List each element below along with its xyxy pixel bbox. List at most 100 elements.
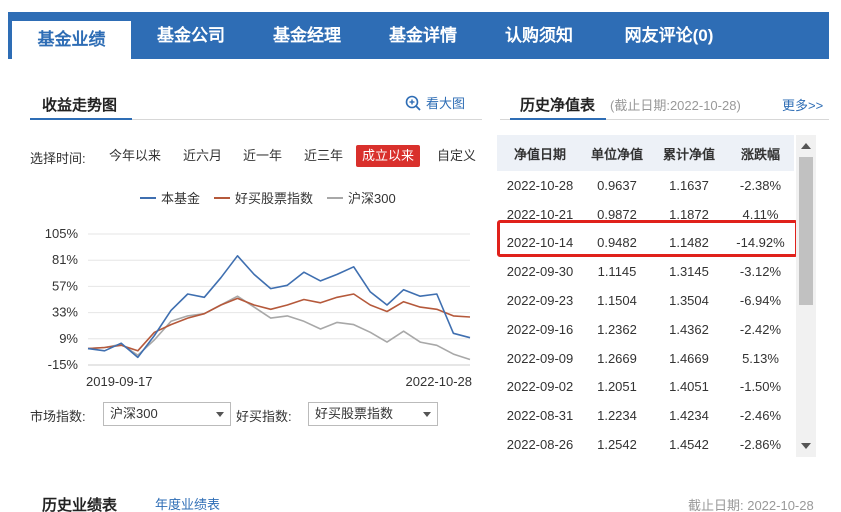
legend-item-haomai: 好买股票指数	[214, 188, 313, 207]
bottom-cutoff-date: 截止日期: 2022-10-28	[688, 498, 814, 512]
y-tick-label: 9%	[59, 331, 78, 346]
cell-cum-nav: 1.1637	[669, 177, 709, 193]
cell-date: 2022-10-21	[506, 206, 574, 222]
x-tick-label: 2022-10-28	[406, 374, 473, 389]
tab-fund-details[interactable]: 基金详情	[367, 12, 479, 59]
big-view-link[interactable]: 看大图	[405, 93, 465, 112]
return-trend-title: 收益走势图	[42, 97, 118, 114]
time-option-custom[interactable]: 自定义	[431, 145, 482, 167]
time-option-6m[interactable]: 近六月	[177, 145, 228, 167]
cell-cum-nav: 1.3145	[669, 264, 709, 280]
market-index-value: 沪深300	[110, 406, 158, 421]
legend-item-fund: 本基金	[140, 188, 200, 207]
tab-fund-manager[interactable]: 基金经理	[251, 12, 363, 59]
cell-cum-nav: 1.4362	[669, 321, 709, 337]
return-trend-chart: 105% 81% 57% 33% 9% -15% 2019-09-17 2022-10-28	[45, 226, 473, 389]
zoom-in-icon	[405, 95, 421, 111]
cell-cum-nav: 1.1872	[669, 206, 709, 222]
history-performance-title: 历史业绩表	[42, 497, 118, 512]
legend-swatch-haomai	[214, 196, 231, 199]
more-link[interactable]: 更多>>	[782, 95, 823, 114]
cell-unit-nav: 1.2669	[597, 350, 637, 366]
legend-swatch-hs300	[327, 196, 344, 199]
chart-legend: 本基金 好买股票指数 沪深300	[140, 188, 396, 207]
legend-item-hs300: 沪深300	[327, 188, 396, 207]
tab-subscription-notice[interactable]: 认购须知	[483, 12, 595, 59]
nav-history-table: 净值日期 单位净值 累计净值 涨跌幅 2022-10-28 0.9637 1.163…	[497, 135, 794, 459]
annual-performance-link[interactable]: 年度业绩表	[155, 494, 220, 512]
haomai-index-select[interactable]: 好买股票指数	[308, 402, 438, 426]
legend-label-hs300: 沪深300	[348, 191, 396, 206]
tab-fund-performance[interactable]: 基金业绩	[12, 18, 131, 59]
table-row: 2022-08-31 1.2234 1.4234 -2.46%	[497, 401, 794, 430]
haomai-index-value: 好买股票指数	[315, 406, 394, 421]
table-scrollbar[interactable]	[796, 135, 816, 457]
cell-unit-nav: 1.2234	[597, 408, 637, 424]
table-row: 2022-09-30 1.1145 1.3145 -3.12%	[497, 257, 794, 286]
cell-date: 2022-09-09	[506, 350, 574, 366]
cell-change: -2.46%	[739, 408, 782, 424]
time-option-3y[interactable]: 近三年	[298, 145, 349, 167]
col-header-unit-nav: 单位净值	[583, 135, 651, 171]
market-index-label: 市场指数:	[30, 409, 86, 424]
y-tick-label: 81%	[52, 252, 78, 267]
big-view-label: 看大图	[426, 96, 466, 111]
section-underline	[510, 118, 606, 120]
cell-change: -14.92%	[736, 235, 785, 251]
cell-cum-nav: 1.1482	[669, 235, 709, 251]
cell-cum-nav: 1.4542	[669, 437, 709, 453]
x-tick-label: 2019-09-17	[86, 374, 153, 389]
cell-cum-nav: 1.4051	[669, 379, 709, 395]
cell-unit-nav: 0.9482	[597, 235, 637, 251]
table-row: 2022-08-26 1.2542 1.4542 -2.86%	[497, 430, 794, 459]
cell-date: 2022-08-26	[506, 437, 574, 453]
tab-fund-company[interactable]: 基金公司	[135, 12, 247, 59]
table-row: 2022-09-16 1.2362 1.4362 -2.42%	[497, 315, 794, 344]
series-line-haomai	[87, 293, 471, 352]
market-index-select[interactable]: 沪深300	[103, 402, 231, 426]
y-tick-label: 57%	[52, 278, 78, 293]
cell-date: 2022-09-23	[506, 293, 574, 309]
cell-change: -2.42%	[739, 321, 782, 337]
chevron-down-icon	[216, 412, 224, 417]
cell-unit-nav: 1.1145	[597, 264, 637, 280]
legend-label-fund: 本基金	[161, 191, 201, 206]
tab-user-comments[interactable]: 网友评论(0)	[599, 12, 739, 59]
table-header-row: 净值日期 单位净值 累计净值 涨跌幅	[497, 135, 794, 171]
cell-date: 2022-09-02	[506, 379, 574, 395]
cell-unit-nav: 1.2362	[597, 321, 637, 337]
chevron-down-icon	[423, 412, 431, 417]
cell-date: 2022-09-30	[506, 264, 574, 280]
table-row: 2022-10-14 0.9482 1.1482 -14.92%	[497, 229, 794, 258]
scroll-up-arrow-icon[interactable]	[801, 143, 811, 149]
nav-cutoff-date: (截止日期:2022-10-28)	[610, 98, 741, 113]
cell-change: 4.11%	[742, 206, 779, 222]
time-select-label: 选择时间:	[30, 151, 86, 166]
time-option-ytd[interactable]: 今年以来	[103, 145, 167, 167]
scroll-thumb[interactable]	[799, 157, 813, 305]
cell-unit-nav: 1.2542	[597, 437, 637, 453]
legend-label-haomai: 好买股票指数	[235, 191, 314, 206]
legend-swatch-fund	[140, 196, 156, 199]
time-option-since-inception[interactable]: 成立以来	[356, 145, 421, 167]
cell-date: 2022-08-31	[506, 408, 574, 424]
cell-date: 2022-10-28	[506, 177, 574, 193]
y-tick-label: -15%	[48, 357, 79, 372]
cell-cum-nav: 1.3504	[669, 293, 709, 309]
cell-change: 5.13%	[742, 350, 779, 366]
cell-unit-nav: 0.9637	[597, 177, 637, 193]
cell-unit-nav: 1.1504	[597, 293, 637, 309]
cell-change: -3.12%	[739, 264, 782, 280]
scroll-down-arrow-icon[interactable]	[801, 443, 811, 449]
table-row: 2022-10-28 0.9637 1.1637 -2.38%	[497, 171, 794, 200]
table-row: 2022-10-21 0.9872 1.1872 4.11%	[497, 200, 794, 229]
cell-change: -2.86%	[739, 437, 782, 453]
haomai-index-label: 好买指数:	[236, 409, 292, 424]
time-option-1y[interactable]: 近一年	[237, 145, 288, 167]
col-header-cum-nav: 累计净值	[651, 135, 727, 171]
table-row: 2022-09-02 1.2051 1.4051 -1.50%	[497, 373, 794, 402]
top-tab-bar: 基金业绩 基金公司 基金经理 基金详情 认购须知 网友评论(0)	[8, 12, 829, 59]
y-tick-label: 105%	[45, 226, 79, 241]
nav-history-title: 历史净值表	[520, 97, 596, 114]
series-line-hs300	[87, 295, 471, 361]
